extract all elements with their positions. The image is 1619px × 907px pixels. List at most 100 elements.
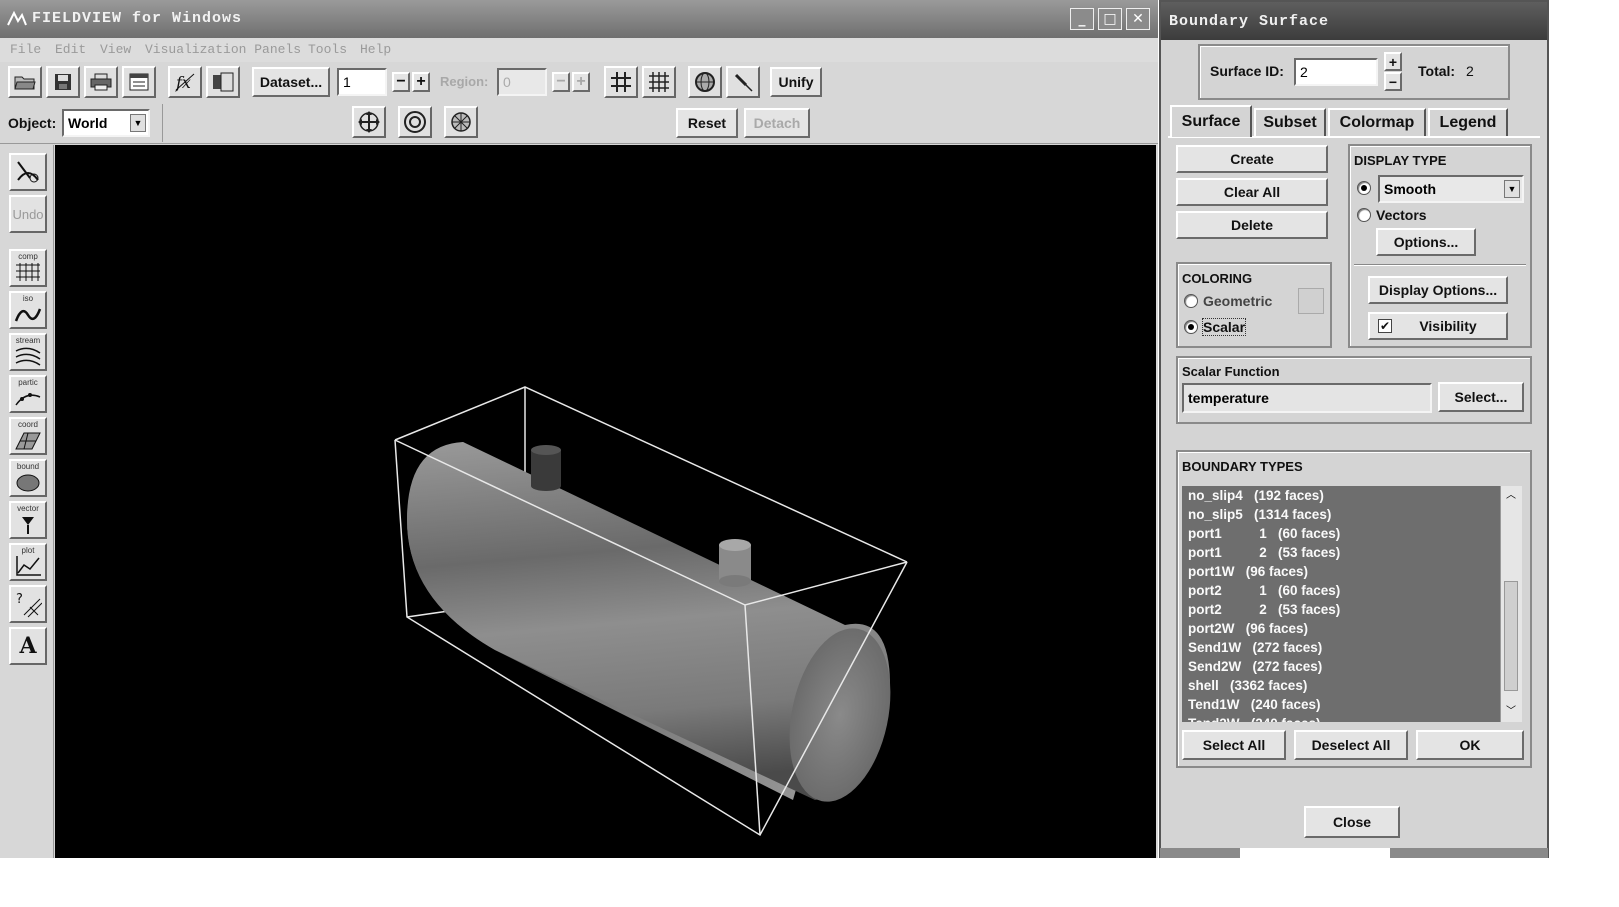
list-scrollbar[interactable]: ︿ ﹀ [1500, 486, 1522, 722]
iso-surface-button[interactable]: iso [9, 291, 47, 329]
visibility-toggle[interactable]: ✔ Visibility [1368, 312, 1508, 340]
divider [162, 104, 163, 142]
tab-surface[interactable]: Surface [1170, 105, 1252, 137]
list-item[interactable]: port2W (96 faces) [1188, 619, 1308, 638]
list-item[interactable]: Tend1W (240 faces) [1188, 695, 1321, 714]
surface-id-decrement-button[interactable]: − [1384, 72, 1402, 91]
create-button[interactable]: Create [1176, 145, 1328, 173]
probe-button[interactable] [726, 66, 760, 98]
list-item[interactable]: Send1W (272 faces) [1188, 638, 1322, 657]
print-button[interactable] [84, 66, 118, 98]
list-item[interactable]: port2 1 (60 faces) [1188, 581, 1340, 600]
menu-help[interactable]: Help [360, 42, 391, 57]
visibility-checkbox[interactable]: ✔ [1378, 319, 1392, 333]
menu-file[interactable]: File [10, 42, 41, 57]
list-item[interactable]: no_slip4 (192 faces) [1188, 486, 1324, 505]
data-input-button[interactable] [206, 66, 240, 98]
surface-id-increment-button[interactable]: + [1384, 52, 1402, 71]
menu-view[interactable]: View [100, 42, 131, 57]
bound-label: bound [16, 462, 40, 471]
display-options-button[interactable]: Display Options... [1368, 276, 1508, 304]
scroll-thumb[interactable] [1504, 581, 1518, 691]
coordinate-surface-button[interactable]: coord [9, 417, 47, 455]
options-button[interactable]: Options... [1376, 228, 1476, 256]
window-button[interactable] [122, 66, 156, 98]
list-item[interactable]: Tend2W (240 faces) [1188, 714, 1321, 722]
region-increment-button[interactable]: + [572, 72, 590, 92]
tab-legend[interactable]: Legend [1428, 108, 1508, 136]
scalar-select-button[interactable]: Select... [1438, 382, 1524, 412]
undo-button[interactable]: Undo [9, 195, 47, 233]
ok-button[interactable]: OK [1416, 730, 1524, 760]
dialog-titlebar[interactable]: Boundary Surface [1161, 2, 1547, 40]
main-titlebar[interactable]: FIELDVIEW for Windows _ □ ✕ [0, 0, 1158, 38]
chevron-down-icon[interactable]: ▼ [130, 114, 146, 132]
query-button[interactable]: ? [9, 585, 47, 623]
smooth-radio[interactable] [1357, 181, 1371, 195]
unify-button[interactable]: Unify [770, 67, 822, 97]
particle-path-icon [15, 393, 41, 406]
menu-edit[interactable]: Edit [55, 42, 86, 57]
geometric-color-swatch[interactable] [1298, 288, 1324, 314]
list-item[interactable]: port1W (96 faces) [1188, 562, 1308, 581]
clear-all-button[interactable]: Clear All [1176, 178, 1328, 206]
dataset-decrement-button[interactable]: − [392, 72, 410, 92]
computational-surface-button[interactable]: comp [9, 249, 47, 287]
geometric-radio[interactable] [1184, 294, 1198, 308]
menu-tools[interactable]: Tools [308, 42, 347, 57]
chevron-down-icon[interactable]: ▼ [1504, 180, 1520, 198]
delete-button[interactable]: Delete [1176, 211, 1328, 239]
menu-visualization-panels[interactable]: Visualization Panels [145, 42, 301, 57]
list-item[interactable]: port1 2 (53 faces) [1188, 543, 1340, 562]
tab-colormap[interactable]: Colormap [1328, 108, 1426, 136]
region-decrement-button[interactable]: − [552, 72, 570, 92]
boundary-types-list[interactable]: no_slip4 (192 faces) no_slip5 (1314 face… [1182, 486, 1500, 722]
pointer-tool-button[interactable] [9, 153, 47, 191]
dataset-button[interactable]: Dataset... [252, 67, 330, 97]
sphere-button[interactable] [688, 66, 722, 98]
object-select[interactable]: World ▼ [62, 109, 150, 137]
reset-button[interactable]: Reset [676, 108, 738, 138]
grid-2d-button[interactable] [642, 66, 676, 98]
vector-probe-button[interactable]: vector [9, 501, 47, 539]
paths-label: partic [18, 378, 38, 387]
minimize-icon[interactable]: _ [1070, 8, 1094, 30]
streamlines-button[interactable]: stream [9, 333, 47, 371]
open-file-button[interactable] [8, 66, 42, 98]
plot-button[interactable]: plot [9, 543, 47, 581]
particle-paths-button[interactable]: partic [9, 375, 47, 413]
close-icon[interactable]: ✕ [1126, 8, 1150, 30]
deselect-all-button[interactable]: Deselect All [1294, 730, 1408, 760]
dataset-value-field[interactable]: 1 [337, 68, 387, 96]
zoom-button[interactable] [444, 106, 478, 138]
rotate-button[interactable] [398, 106, 432, 138]
maximize-icon[interactable]: □ [1098, 8, 1122, 30]
vectors-label: Vectors [1376, 207, 1427, 223]
annotation-text-button[interactable]: A [9, 627, 47, 665]
scroll-up-icon[interactable]: ︿ [1503, 488, 1519, 504]
translate-button[interactable] [352, 106, 386, 138]
formula-button[interactable]: fx [168, 66, 202, 98]
zoom-globe-icon [451, 112, 471, 132]
list-item[interactable]: shell (3362 faces) [1188, 676, 1307, 695]
grid-button[interactable] [604, 66, 638, 98]
list-item[interactable]: port1 1 (60 faces) [1188, 524, 1340, 543]
graphics-viewport[interactable] [55, 145, 1156, 858]
detach-button[interactable]: Detach [744, 108, 810, 138]
save-button[interactable] [46, 66, 80, 98]
boundary-surface-button[interactable]: bound [9, 459, 47, 497]
scroll-down-icon[interactable]: ﹀ [1503, 704, 1519, 720]
list-item[interactable]: port2 2 (53 faces) [1188, 600, 1340, 619]
select-all-button[interactable]: Select All [1182, 730, 1286, 760]
scalar-function-field[interactable]: temperature [1182, 383, 1432, 413]
scalar-radio[interactable] [1184, 320, 1198, 334]
list-item[interactable]: Send2W (272 faces) [1188, 657, 1322, 676]
region-value-field[interactable]: 0 [497, 68, 547, 96]
surface-id-field[interactable]: 2 [1294, 58, 1378, 86]
close-button[interactable]: Close [1304, 806, 1400, 838]
smooth-select[interactable]: Smooth ▼ [1378, 175, 1524, 203]
vectors-radio[interactable] [1357, 208, 1371, 222]
dataset-increment-button[interactable]: + [412, 72, 430, 92]
tab-subset[interactable]: Subset [1254, 108, 1326, 136]
list-item[interactable]: no_slip5 (1314 faces) [1188, 505, 1331, 524]
